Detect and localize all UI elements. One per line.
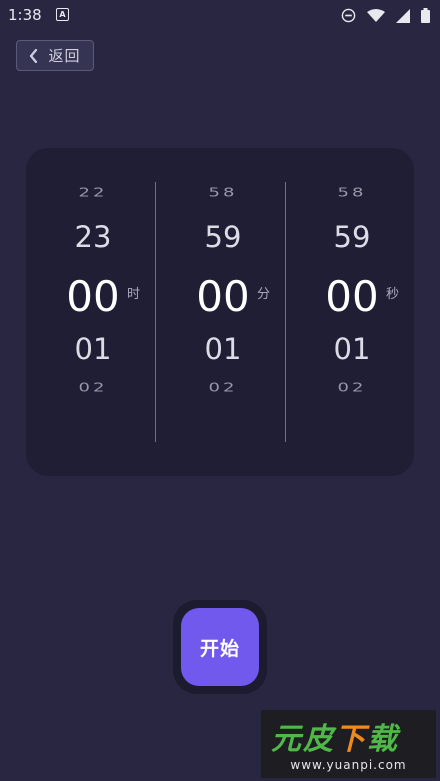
hours-below[interactable]: 01 [38,332,148,366]
hours-above[interactable]: 23 [38,220,148,254]
hours-wheel[interactable]: 22 23 00 01 02 [38,148,148,476]
seconds-far-above[interactable]: 58 [297,185,407,200]
seconds-above[interactable]: 59 [297,220,407,254]
watermark: 元皮下载 www.yuanpi.com [261,710,436,778]
seconds-below[interactable]: 01 [297,332,407,366]
status-time: 1:38 [8,6,42,24]
signal-icon [395,8,410,23]
start-label: 开始 [199,637,240,660]
dnd-icon [341,8,356,23]
battery-icon [421,8,430,23]
back-button[interactable]: 返回 [16,40,94,71]
chevron-left-icon [30,48,38,63]
minutes-unit: 分 [257,287,271,302]
status-bar: 1:38 A [0,0,440,30]
seconds-wheel[interactable]: 58 59 00 01 02 [297,148,407,476]
hours-far-above[interactable]: 22 [38,185,148,200]
status-icons [335,5,430,25]
watermark-logo: 元皮下载 [271,722,399,757]
picker-divider [285,182,286,442]
app-notification-icon: A [56,8,69,21]
start-button[interactable]: 开始 [181,608,259,686]
minutes-far-below[interactable]: 02 [168,380,278,395]
watermark-url: www.yuanpi.com [290,758,407,772]
hours-far-below[interactable]: 02 [38,380,148,395]
minutes-far-above[interactable]: 58 [168,185,278,200]
wifi-icon [366,8,385,22]
picker-divider [155,182,156,442]
minutes-wheel[interactable]: 58 59 00 01 02 [168,148,278,476]
time-picker: 22 23 00 01 02 时 58 59 00 01 02 分 58 59 … [26,148,414,476]
seconds-far-below[interactable]: 02 [297,380,407,395]
minutes-above[interactable]: 59 [168,220,278,254]
hours-unit: 时 [127,287,141,302]
back-label: 返回 [48,47,81,65]
seconds-unit: 秒 [386,287,400,302]
minutes-below[interactable]: 01 [168,332,278,366]
start-button-shadow: 开始 [173,600,267,694]
